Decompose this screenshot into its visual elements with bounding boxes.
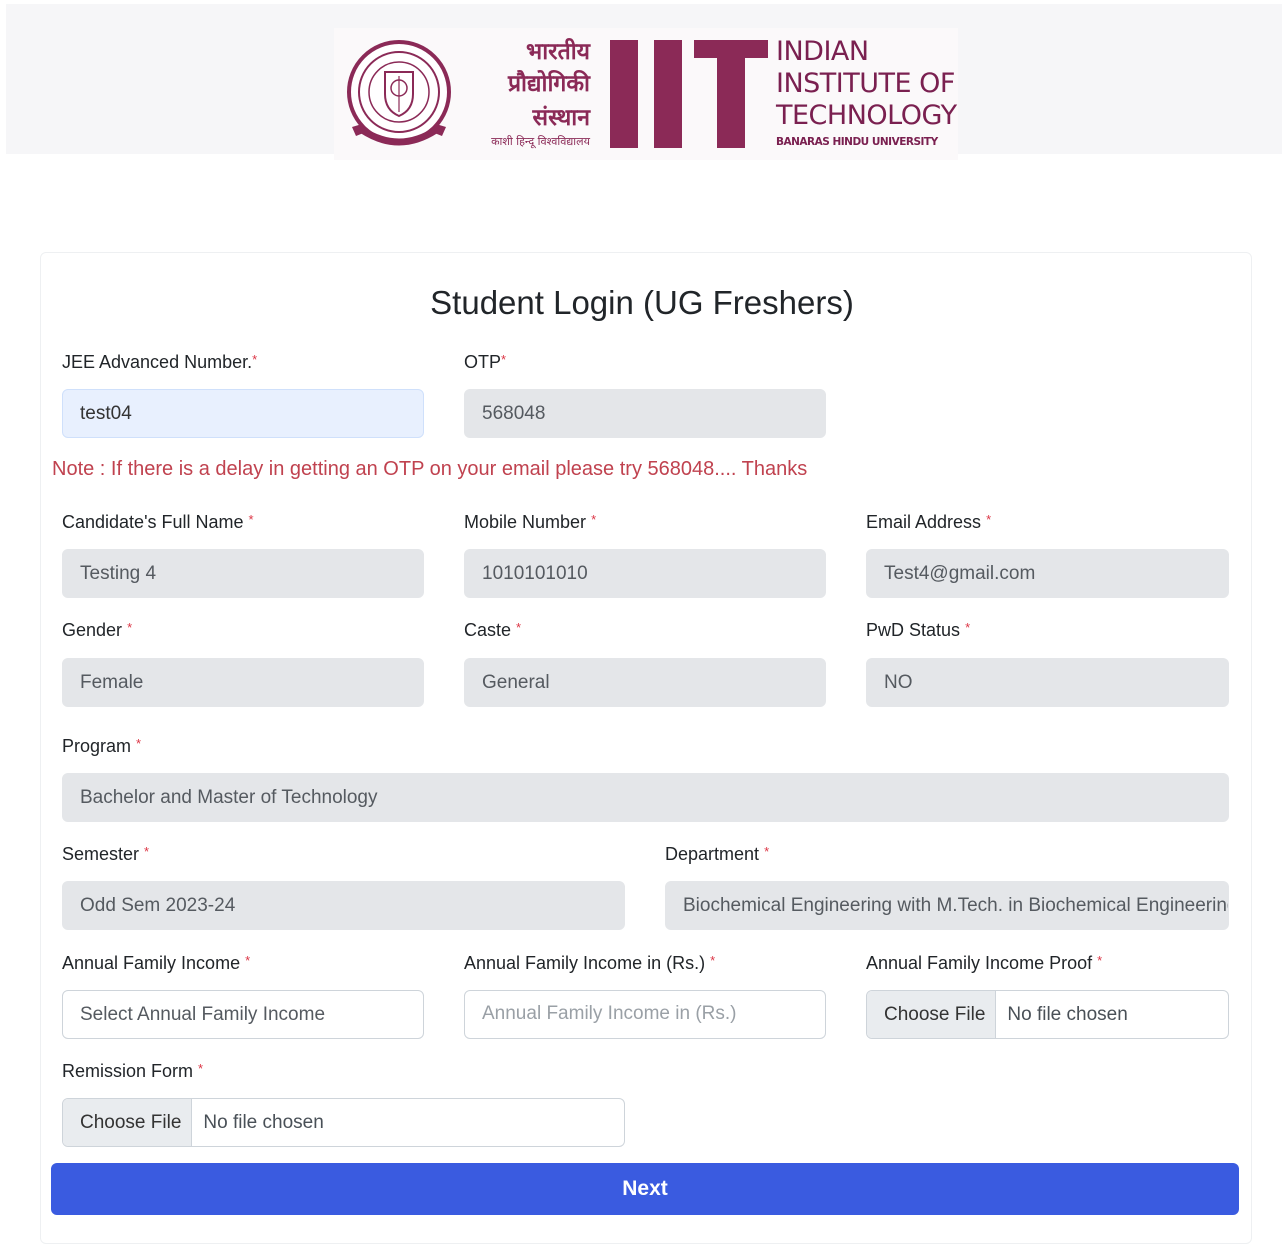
iit-letters-icon [610,40,768,148]
logo-english-line3: TECHNOLOGY [776,100,957,131]
income-label: Annual Family Income * [62,953,251,973]
institute-seal-icon [347,40,451,146]
caste-select[interactable]: General [464,658,826,707]
logo-english-line4: BANARAS HINDU UNIVERSITY [776,136,938,148]
remission-label: Remission Form * [62,1061,204,1081]
pwd-status-select[interactable]: NO [866,658,1229,707]
remission-file-status: No file chosen [203,1112,324,1133]
logo-english-line1: INDIAN [776,36,869,67]
department-label: Department * [665,844,770,864]
logo-hindi-line2: प्रौद्योगिकी [507,71,590,97]
remission-choose-button[interactable]: Choose File [63,1099,193,1146]
iit-bhu-logo: भारतीय प्रौद्योगिकी संस्थान काशी हिन्दू … [334,28,958,160]
jee-number-label: JEE Advanced Number.* [62,352,258,372]
income-proof-file-input[interactable]: Choose File No file chosen [866,990,1229,1039]
income-rs-input[interactable]: Annual Family Income in (Rs.) [464,990,826,1039]
full-name-field[interactable]: Testing 4 [62,549,424,598]
email-label: Email Address * [866,512,992,532]
income-proof-label: Annual Family Income Proof * [866,953,1103,973]
page-title: Student Login (UG Freshers) [430,284,854,321]
logo-hindi-line4: काशी हिन्दू विश्वविद्यालय [491,135,590,148]
mobile-field[interactable]: 1010101010 [464,549,826,598]
caste-label: Caste * [464,620,522,640]
otp-note: Note : If there is a delay in getting an… [52,458,808,480]
full-name-label: Candidate's Full Name * [62,512,254,532]
income-rs-label: Annual Family Income in (Rs.) * [464,953,716,973]
mobile-label: Mobile Number * [464,512,597,532]
department-select[interactable]: Biochemical Engineering with M.Tech. in … [665,881,1229,930]
email-field[interactable]: Test4@gmail.com [866,549,1229,598]
otp-input[interactable]: 568048 [464,389,826,438]
income-proof-file-status: No file chosen [1007,1004,1128,1025]
gender-select[interactable]: Female [62,658,424,707]
logo-hindi-line3: संस्थान [532,105,590,131]
gender-label: Gender * [62,620,133,640]
program-select[interactable]: Bachelor and Master of Technology [62,773,1229,822]
income-proof-choose-button[interactable]: Choose File [867,991,997,1038]
program-label: Program * [62,736,142,756]
jee-number-input[interactable]: test04 [62,389,424,438]
logo-hindi-line1: भारतीय [526,39,590,65]
otp-label: OTP* [464,352,507,372]
income-select[interactable]: Select Annual Family Income [62,990,424,1039]
next-button[interactable]: Next [51,1163,1239,1215]
logo-english-line2: INSTITUTE OF [776,68,955,99]
remission-file-input[interactable]: Choose File No file chosen [62,1098,625,1147]
semester-label: Semester * [62,844,150,864]
pwd-status-label: PwD Status * [866,620,971,640]
semester-select[interactable]: Odd Sem 2023-24 [62,881,625,930]
